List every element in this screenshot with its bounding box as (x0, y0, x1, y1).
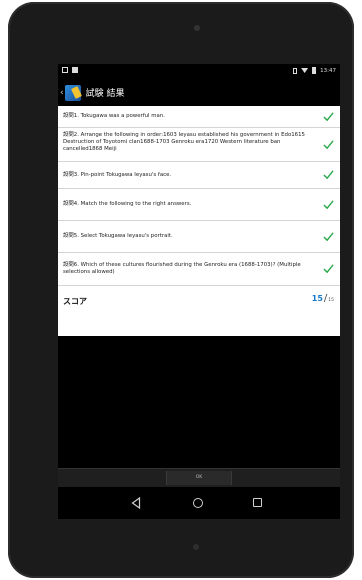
screen: 13:47 ‹ 試験 結果 設問1. Tokugawa was a powerf… (58, 64, 340, 519)
check-icon (323, 139, 334, 149)
camera-notification-icon (72, 67, 78, 73)
result-row-4[interactable]: 設問4. Match the following to the right an… (58, 189, 340, 221)
navigation-bar (58, 487, 340, 519)
app-logo-icon[interactable] (64, 84, 81, 101)
question-text: 設問2. Arrange the following in order:1603… (63, 132, 305, 152)
check-icon (323, 111, 334, 121)
nav-recents-icon[interactable] (253, 498, 262, 507)
tablet-frame: 13:47 ‹ 試験 結果 設問1. Tokugawa was a powerf… (8, 2, 354, 578)
bluetooth-icon (293, 67, 298, 74)
nav-home-icon[interactable] (193, 498, 203, 508)
back-chevron-icon[interactable]: ‹ (60, 88, 64, 98)
check-icon (323, 264, 334, 274)
result-row-5[interactable]: 設問5. Select Tokugawa Ieyasu's portrait. (58, 221, 340, 253)
score-slash: / (323, 293, 328, 304)
nav-back-icon[interactable] (131, 497, 141, 509)
question-text: 設問1. Tokugawa was a powerful man. (63, 113, 165, 119)
question-text: 設問6. Which of these cultures flourished … (63, 262, 301, 275)
question-text: 設問3. Pin-point Tokugawa Ieyasu's face. (63, 171, 172, 178)
question-text: 設問5. Select Tokugawa Ieyasu's portrait. (63, 233, 173, 239)
ok-bar: OK (58, 468, 340, 487)
score-number: 15 (311, 294, 323, 303)
score-total: 15 (328, 298, 334, 303)
check-icon (323, 231, 334, 241)
result-row-6[interactable]: 設問6. Which of these cultures flourished … (58, 253, 340, 286)
page-title: 試験 結果 (85, 89, 125, 99)
action-bar: ‹ 試験 結果 (58, 79, 340, 106)
check-icon (323, 170, 334, 180)
results-list: 設問1. Tokugawa was a powerful man. 設問2. A… (58, 106, 340, 336)
ok-button[interactable]: OK (166, 471, 232, 485)
score-label: スコア (63, 297, 87, 306)
wifi-icon (301, 68, 309, 73)
result-row-3[interactable]: 設問3. Pin-point Tokugawa Ieyasu's face. (58, 162, 340, 189)
result-row-2[interactable]: 設問2. Arrange the following in order:1603… (58, 128, 340, 162)
question-text: 設問4. Match the following to the right an… (63, 201, 192, 207)
battery-icon (312, 67, 317, 74)
score-value: 15 / 15 (312, 293, 334, 304)
camera-dot (194, 25, 200, 31)
status-bar: 13:47 (58, 64, 340, 79)
bottom-sensor-dot (193, 544, 199, 550)
check-icon (323, 199, 334, 209)
notification-icon (62, 67, 68, 73)
score-row: スコア 15 / 15 (58, 286, 340, 317)
status-time: 13:47 (320, 67, 336, 74)
result-row-1[interactable]: 設問1. Tokugawa was a powerful man. (58, 106, 340, 128)
